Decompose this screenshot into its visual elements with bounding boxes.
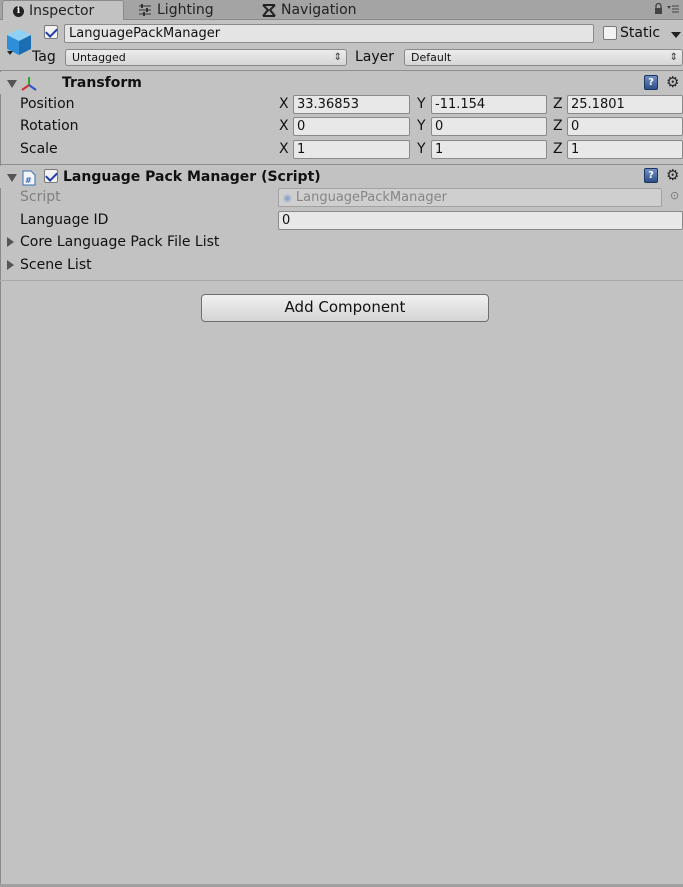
static-checkbox[interactable] xyxy=(603,26,617,40)
script-component-title: Language Pack Manager (Script) xyxy=(63,169,321,185)
scale-x-axis-label: X xyxy=(279,141,289,157)
script-enabled-checkbox[interactable] xyxy=(44,169,58,183)
script-foldout-icon[interactable] xyxy=(7,174,17,182)
layer-dropdown[interactable]: Default ⇕ xyxy=(404,49,683,66)
layer-value: Default xyxy=(411,51,452,64)
panel-left-border xyxy=(0,20,1,887)
layer-dropdown-arrows-icon: ⇕ xyxy=(669,52,678,63)
rotation-label: Rotation xyxy=(20,118,79,134)
active-checkbox[interactable] xyxy=(44,25,58,39)
core-language-pack-file-list-label[interactable]: Core Language Pack File List xyxy=(20,234,219,250)
position-y-axis-label: Y xyxy=(417,96,426,112)
tab-lighting-label: Lighting xyxy=(157,2,214,18)
script-label: Script xyxy=(20,189,61,205)
rotation-z-field[interactable]: 0 xyxy=(567,117,683,136)
navigation-icon xyxy=(262,3,276,17)
transform-foldout-icon[interactable] xyxy=(7,80,17,88)
static-toggle[interactable]: Static xyxy=(603,25,660,41)
script-component-header[interactable]: # Language Pack Manager (Script) ? ⚙ xyxy=(0,166,683,188)
rotation-x-axis-label: X xyxy=(279,118,289,134)
lighting-icon xyxy=(139,4,151,16)
add-component-button[interactable]: Add Component xyxy=(201,294,489,322)
static-dropdown-arrow-icon[interactable] xyxy=(671,32,681,38)
panel-menu-icon[interactable] xyxy=(667,3,679,14)
scene-list-label[interactable]: Scene List xyxy=(20,257,92,273)
lock-icon[interactable] xyxy=(654,3,663,14)
gameobject-cube-icon xyxy=(7,29,31,55)
position-y-field[interactable]: -11.154 xyxy=(431,95,547,114)
scale-x-field[interactable]: 1 xyxy=(293,140,410,159)
scale-z-field[interactable]: 1 xyxy=(567,140,683,159)
tab-navigation-label: Navigation xyxy=(281,2,357,18)
tab-bar: i Inspector Lighting Navigation xyxy=(0,0,683,21)
tab-navigation[interactable]: Navigation xyxy=(252,0,367,20)
language-id-field[interactable]: 0 xyxy=(278,211,683,230)
script-gear-icon[interactable]: ⚙ xyxy=(666,166,679,184)
rotation-y-axis-label: Y xyxy=(417,118,426,134)
tag-value: Untagged xyxy=(72,51,126,64)
svg-text:#: # xyxy=(25,176,32,185)
transform-header[interactable]: Transform ? ⚙ xyxy=(0,72,683,94)
script-help-icon[interactable]: ? xyxy=(644,168,658,183)
components-end-divider xyxy=(0,280,683,281)
position-x-field[interactable]: 33.36853 xyxy=(293,95,410,114)
tab-lighting[interactable]: Lighting xyxy=(128,0,224,20)
language-id-label: Language ID xyxy=(20,212,109,228)
object-name-field[interactable]: LanguagePackManager xyxy=(64,24,594,43)
script-field-icon: ◉ xyxy=(283,193,292,204)
scale-label: Scale xyxy=(20,141,58,157)
gameobject-header: LanguagePackManager Static Tag Untagged … xyxy=(0,20,683,71)
tab-inspector-label: Inspector xyxy=(29,3,95,19)
scale-y-axis-label: Y xyxy=(417,141,426,157)
position-z-field[interactable]: 25.1801 xyxy=(567,95,683,114)
static-label: Static xyxy=(620,25,661,41)
component-divider xyxy=(0,164,683,165)
object-picker-icon[interactable]: ⊙ xyxy=(670,189,679,202)
csharp-script-icon: # xyxy=(22,170,36,186)
script-object-field: ◉ LanguagePackManager xyxy=(278,188,662,207)
scale-y-field[interactable]: 1 xyxy=(431,140,547,159)
position-x-axis-label: X xyxy=(279,96,289,112)
transform-axis-icon xyxy=(21,77,37,91)
tabbar-controls xyxy=(654,3,679,14)
tab-inspector[interactable]: i Inspector xyxy=(2,0,124,21)
core-list-foldout-icon[interactable] xyxy=(7,237,14,247)
tag-dropdown-arrows-icon: ⇕ xyxy=(333,52,342,63)
scene-list-foldout-icon[interactable] xyxy=(7,260,14,270)
transform-gear-icon[interactable]: ⚙ xyxy=(666,73,679,91)
tag-dropdown[interactable]: Untagged ⇕ xyxy=(65,49,347,66)
rotation-z-axis-label: Z xyxy=(553,118,563,134)
scale-z-axis-label: Z xyxy=(553,141,563,157)
position-label: Position xyxy=(20,96,75,112)
layer-label: Layer xyxy=(355,49,395,65)
rotation-x-field[interactable]: 0 xyxy=(293,117,410,136)
script-field-value: LanguagePackManager xyxy=(295,190,447,205)
rotation-y-field[interactable]: 0 xyxy=(431,117,547,136)
transform-help-icon[interactable]: ? xyxy=(644,75,658,90)
transform-title: Transform xyxy=(62,75,142,91)
tag-label: Tag xyxy=(32,49,56,65)
info-icon: i xyxy=(13,5,24,17)
position-z-axis-label: Z xyxy=(553,96,563,112)
